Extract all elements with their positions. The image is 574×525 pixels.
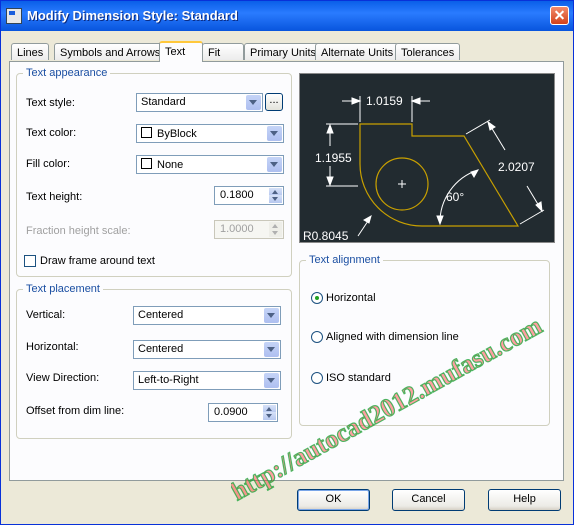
vertical-label: Vertical: [26, 309, 66, 321]
radio-aligned-with-dimension-line[interactable] [311, 331, 323, 343]
vertical-value: Centered [138, 309, 184, 321]
text-style-browse-button[interactable]: ... [265, 93, 283, 111]
window-title: Modify Dimension Style: Standard [27, 8, 238, 23]
spin-down-icon[interactable] [269, 229, 282, 237]
text-height-label: Text height: [26, 191, 83, 203]
text-placement-legend: Text placement [23, 283, 103, 295]
spin-down-icon[interactable] [269, 195, 282, 203]
draw-frame-label[interactable]: Draw frame around text [40, 255, 155, 267]
preview-dim-radius: R0.8045 [303, 229, 349, 242]
ok-button[interactable]: OK [297, 489, 370, 511]
color-swatch-icon [141, 127, 152, 138]
horizontal-label: Horizontal: [26, 341, 79, 353]
chevron-down-icon[interactable] [267, 126, 282, 141]
text-color-value: ByBlock [157, 128, 197, 140]
chevron-down-icon[interactable] [264, 342, 279, 357]
offset-value: 0.0900 [214, 406, 248, 418]
text-color-select[interactable]: ByBlock [136, 124, 284, 143]
dialog-window: Modify Dimension Style: Standard Lines S… [0, 0, 574, 525]
preview-drawing: 1.0159 1.1955 2.0207 60° R0.8045 [303, 94, 545, 243]
text-style-value: Standard [141, 96, 186, 108]
radio-iso-standard-label[interactable]: ISO standard [326, 372, 391, 384]
view-direction-label: View Direction: [26, 372, 100, 384]
preview-dim-angle: 60° [446, 190, 464, 204]
tab-primary-units[interactable]: Primary Units [244, 43, 323, 60]
chevron-down-icon[interactable] [264, 373, 279, 388]
tab-tolerances[interactable]: Tolerances [395, 43, 461, 60]
title-bar[interactable]: Modify Dimension Style: Standard [1, 1, 573, 31]
text-style-label: Text style: [26, 97, 75, 109]
tab-text[interactable]: Text [159, 41, 203, 62]
tab-symbols-and-arrows[interactable]: Symbols and Arrows [54, 43, 167, 60]
text-alignment-group: Text alignment [299, 254, 550, 426]
help-button[interactable]: Help [488, 489, 561, 511]
text-alignment-legend: Text alignment [306, 254, 383, 266]
color-swatch-icon [141, 158, 152, 169]
radio-iso-standard[interactable] [311, 372, 323, 384]
draw-frame-checkbox[interactable] [24, 255, 36, 267]
cancel-button[interactable]: Cancel [392, 489, 465, 511]
app-icon [6, 8, 22, 24]
text-height-spinner[interactable]: 0.1800 [214, 186, 284, 205]
preview-dim-right: 2.0207 [498, 160, 535, 174]
tab-fit[interactable]: Fit [202, 43, 244, 60]
text-appearance-legend: Text appearance [23, 67, 111, 79]
fraction-height-spinner[interactable]: 1.0000 [214, 220, 284, 239]
radio-aligned-label[interactable]: Aligned with dimension line [326, 331, 459, 343]
text-color-label: Text color: [26, 127, 77, 139]
view-direction-select[interactable]: Left-to-Right [133, 371, 281, 390]
chevron-down-icon[interactable] [246, 95, 261, 110]
preview-shape [359, 123, 520, 227]
close-button[interactable] [550, 6, 569, 25]
text-style-select[interactable]: Standard [136, 93, 263, 112]
horizontal-select[interactable]: Centered [133, 340, 281, 359]
tab-lines[interactable]: Lines [11, 43, 50, 60]
chevron-down-icon[interactable] [267, 157, 282, 172]
preview-dim-top: 1.0159 [366, 94, 403, 108]
radio-horizontal[interactable] [311, 292, 323, 304]
fill-color-value: None [157, 159, 184, 171]
preview-dim-left: 1.1955 [315, 151, 352, 165]
vertical-select[interactable]: Centered [133, 306, 281, 325]
dimension-preview: 1.0159 1.1955 2.0207 60° R0.8045 [299, 73, 555, 243]
text-height-value: 0.1800 [220, 189, 254, 201]
horizontal-value: Centered [138, 343, 184, 355]
fraction-height-label: Fraction height scale: [26, 225, 131, 237]
offset-label: Offset from dim line: [26, 405, 125, 417]
fill-color-label: Fill color: [26, 158, 71, 170]
fill-color-select[interactable]: None [136, 155, 284, 174]
chevron-down-icon[interactable] [264, 308, 279, 323]
radio-horizontal-label[interactable]: Horizontal [326, 292, 376, 304]
spin-down-icon[interactable] [263, 412, 276, 420]
tab-alternate-units[interactable]: Alternate Units [315, 43, 400, 60]
fraction-height-value: 1.0000 [220, 223, 254, 235]
offset-spinner[interactable]: 0.0900 [208, 403, 278, 422]
view-direction-value: Left-to-Right [138, 374, 199, 386]
